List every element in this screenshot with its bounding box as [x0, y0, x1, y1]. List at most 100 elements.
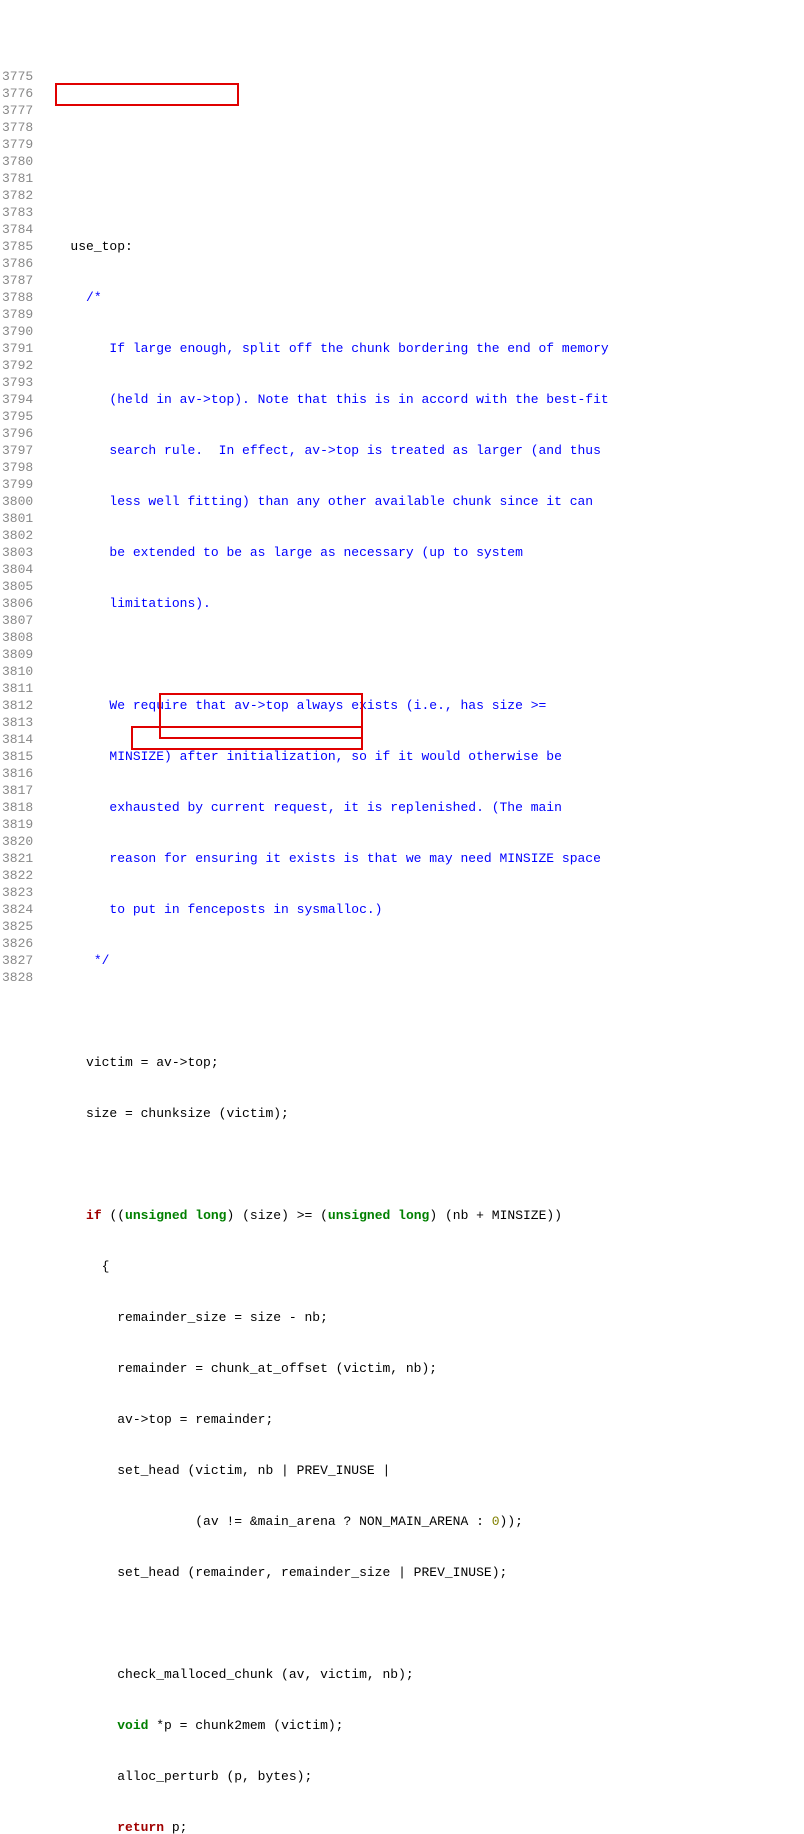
code-line: search rule. In effect, av->top is treat… — [39, 442, 804, 459]
code-text: p; — [164, 1820, 187, 1834]
line-number: 3778 — [2, 119, 33, 136]
line-number: 3806 — [2, 595, 33, 612]
line-number: 3791 — [2, 340, 33, 357]
line-number: 3819 — [2, 816, 33, 833]
comment: reason for ensuring it exists is that we… — [39, 851, 601, 866]
line-number: 3789 — [2, 306, 33, 323]
line-number: 3796 — [2, 425, 33, 442]
comment: We require that av->top always exists (i… — [39, 698, 546, 713]
line-number: 3784 — [2, 221, 33, 238]
line-number: 3787 — [2, 272, 33, 289]
code-line: remainder = chunk_at_offset (victim, nb)… — [39, 1360, 804, 1377]
comment: to put in fenceposts in sysmalloc.) — [39, 902, 382, 917]
line-number: 3775 — [2, 68, 33, 85]
code-text: (av != &main_arena ? NON_MAIN_ARENA : — [39, 1514, 491, 1529]
line-number: 3816 — [2, 765, 33, 782]
type-unsigned: unsigned — [125, 1208, 187, 1223]
code-line — [39, 1156, 804, 1173]
code-text: size = chunksize (victim); — [39, 1106, 289, 1121]
line-number: 3782 — [2, 187, 33, 204]
line-number: 3802 — [2, 527, 33, 544]
code-viewer: 3775377637773778377937803781378237833784… — [0, 68, 804, 1834]
line-number: 3792 — [2, 357, 33, 374]
comment: /* — [39, 290, 101, 305]
code-line: /* — [39, 289, 804, 306]
line-number: 3783 — [2, 204, 33, 221]
line-number: 3817 — [2, 782, 33, 799]
line-number: 3826 — [2, 935, 33, 952]
line-number: 3805 — [2, 578, 33, 595]
code-line: limitations). — [39, 595, 804, 612]
comment: exhausted by current request, it is repl… — [39, 800, 562, 815]
code-text: (( — [102, 1208, 125, 1223]
comment: search rule. In effect, av->top is treat… — [39, 443, 601, 458]
code-line: av->top = remainder; — [39, 1411, 804, 1428]
code-line: set_head (victim, nb | PREV_INUSE | — [39, 1462, 804, 1479]
code-text: alloc_perturb (p, bytes); — [39, 1769, 312, 1784]
code-line: victim = av->top; — [39, 1054, 804, 1071]
code-line: (held in av->top). Note that this is in … — [39, 391, 804, 408]
code-text: )); — [500, 1514, 523, 1529]
keyword-if: if — [86, 1208, 102, 1223]
code-text: set_head (remainder, remainder_size | PR… — [39, 1565, 507, 1580]
code-text: { — [39, 1259, 109, 1274]
line-number: 3823 — [2, 884, 33, 901]
code-line: */ — [39, 952, 804, 969]
type-unsigned: unsigned — [328, 1208, 390, 1223]
code-line: MINSIZE) after initialization, so if it … — [39, 748, 804, 765]
type-long: long — [398, 1208, 429, 1223]
line-number: 3777 — [2, 102, 33, 119]
highlight-box-malloc-consolidate — [131, 726, 363, 750]
line-number: 3790 — [2, 323, 33, 340]
line-number: 3827 — [2, 952, 33, 969]
code-line: If large enough, split off the chunk bor… — [39, 340, 804, 357]
code-line: size = chunksize (victim); — [39, 1105, 804, 1122]
code-line: check_malloced_chunk (av, victim, nb); — [39, 1666, 804, 1683]
line-number: 3813 — [2, 714, 33, 731]
line-number: 3793 — [2, 374, 33, 391]
line-number: 3779 — [2, 136, 33, 153]
code-line: remainder_size = size - nb; — [39, 1309, 804, 1326]
line-number: 3795 — [2, 408, 33, 425]
line-number: 3812 — [2, 697, 33, 714]
comment: (held in av->top). Note that this is in … — [39, 392, 609, 407]
code-line: (av != &main_arena ? NON_MAIN_ARENA : 0)… — [39, 1513, 804, 1530]
line-number: 3818 — [2, 799, 33, 816]
code-line: be extended to be as large as necessary … — [39, 544, 804, 561]
line-number: 3808 — [2, 629, 33, 646]
line-number: 3799 — [2, 476, 33, 493]
code-text: remainder_size = size - nb; — [39, 1310, 328, 1325]
line-number: 3785 — [2, 238, 33, 255]
code-line: reason for ensuring it exists is that we… — [39, 850, 804, 867]
code-line: if ((unsigned long) (size) >= (unsigned … — [39, 1207, 804, 1224]
line-number: 3807 — [2, 612, 33, 629]
comment: less well fitting) than any other availa… — [39, 494, 593, 509]
code-text: ) (nb + MINSIZE)) — [429, 1208, 562, 1223]
line-number: 3825 — [2, 918, 33, 935]
code-text: remainder = chunk_at_offset (victim, nb)… — [39, 1361, 437, 1376]
code-line: less well fitting) than any other availa… — [39, 493, 804, 510]
comment: MINSIZE) after initialization, so if it … — [39, 749, 562, 764]
type-long: long — [195, 1208, 226, 1223]
line-number: 3797 — [2, 442, 33, 459]
code-line: alloc_perturb (p, bytes); — [39, 1768, 804, 1785]
code-line: void *p = chunk2mem (victim); — [39, 1717, 804, 1734]
line-number: 3798 — [2, 459, 33, 476]
comment: limitations). — [39, 596, 211, 611]
comment: If large enough, split off the chunk bor… — [39, 341, 609, 356]
code-text: av->top = remainder; — [39, 1412, 273, 1427]
line-number: 3824 — [2, 901, 33, 918]
code-line: to put in fenceposts in sysmalloc.) — [39, 901, 804, 918]
line-number: 3804 — [2, 561, 33, 578]
code-text: victim = av->top; — [39, 1055, 218, 1070]
code-line — [39, 187, 804, 204]
line-number: 3776 — [2, 85, 33, 102]
line-number: 3786 — [2, 255, 33, 272]
comment: */ — [39, 953, 109, 968]
line-number: 3801 — [2, 510, 33, 527]
line-number: 3822 — [2, 867, 33, 884]
code-text: ) (size) >= ( — [227, 1208, 328, 1223]
code-line: { — [39, 1258, 804, 1275]
line-number: 3814 — [2, 731, 33, 748]
line-number: 3828 — [2, 969, 33, 986]
